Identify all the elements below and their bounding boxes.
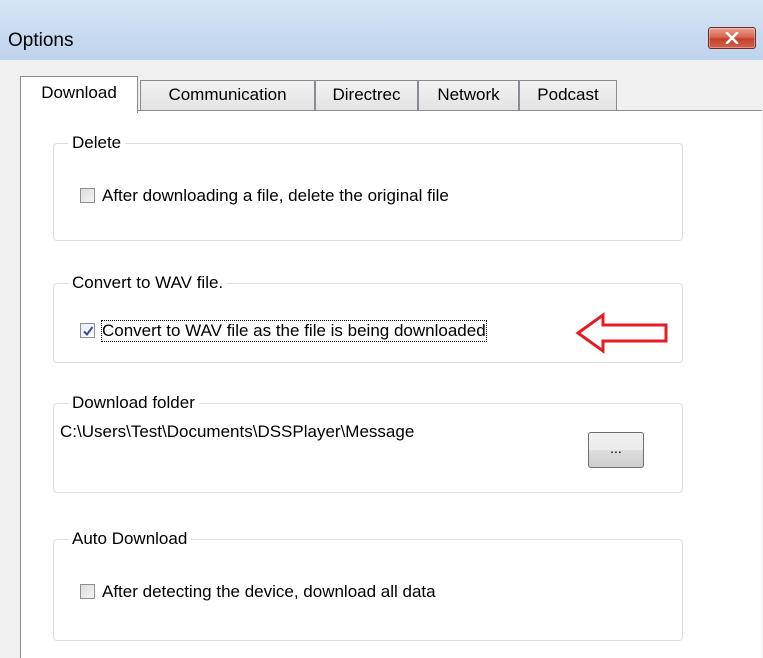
tab-download[interactable]: Download: [20, 76, 138, 113]
convert-wav-group-legend: Convert to WAV file.: [68, 272, 228, 294]
delete-group-legend: Delete: [68, 132, 126, 154]
delete-group: Delete After downloading a file, delete …: [53, 132, 683, 241]
close-button[interactable]: [708, 27, 756, 49]
left-arrow-icon: [575, 312, 668, 354]
convert-wav-label[interactable]: Convert to WAV file as the file is being…: [101, 320, 487, 342]
browse-folder-button[interactable]: ...: [588, 432, 644, 468]
download-folder-group: Download folder C:\Users\Test\Documents\…: [53, 392, 683, 493]
title-bar[interactable]: Options: [0, 0, 763, 60]
convert-wav-checkbox[interactable]: [80, 323, 95, 338]
window-title: Options: [8, 30, 74, 51]
tab-network[interactable]: Network: [418, 80, 519, 110]
checkmark-icon: [83, 326, 94, 337]
delete-original-checkbox[interactable]: [80, 188, 95, 203]
dialog-body: Download Communication Directrec Network…: [0, 60, 763, 658]
auto-download-group: Auto Download After detecting the device…: [53, 528, 683, 641]
download-folder-legend: Download folder: [68, 392, 199, 414]
auto-download-checkbox[interactable]: [80, 584, 95, 599]
auto-download-label[interactable]: After detecting the device, download all…: [102, 582, 436, 602]
close-x-icon: [725, 32, 739, 44]
download-tab-panel: Delete After downloading a file, delete …: [20, 110, 762, 658]
tab-podcast[interactable]: Podcast: [519, 80, 617, 110]
options-window: Options Download Communication Directrec…: [0, 0, 763, 658]
auto-download-legend: Auto Download: [68, 528, 192, 550]
delete-original-label[interactable]: After downloading a file, delete the ori…: [102, 186, 449, 206]
download-folder-path: C:\Users\Test\Documents\DSSPlayer\Messag…: [60, 422, 415, 441]
tab-directrec[interactable]: Directrec: [315, 80, 418, 110]
tab-communication[interactable]: Communication: [140, 80, 315, 110]
